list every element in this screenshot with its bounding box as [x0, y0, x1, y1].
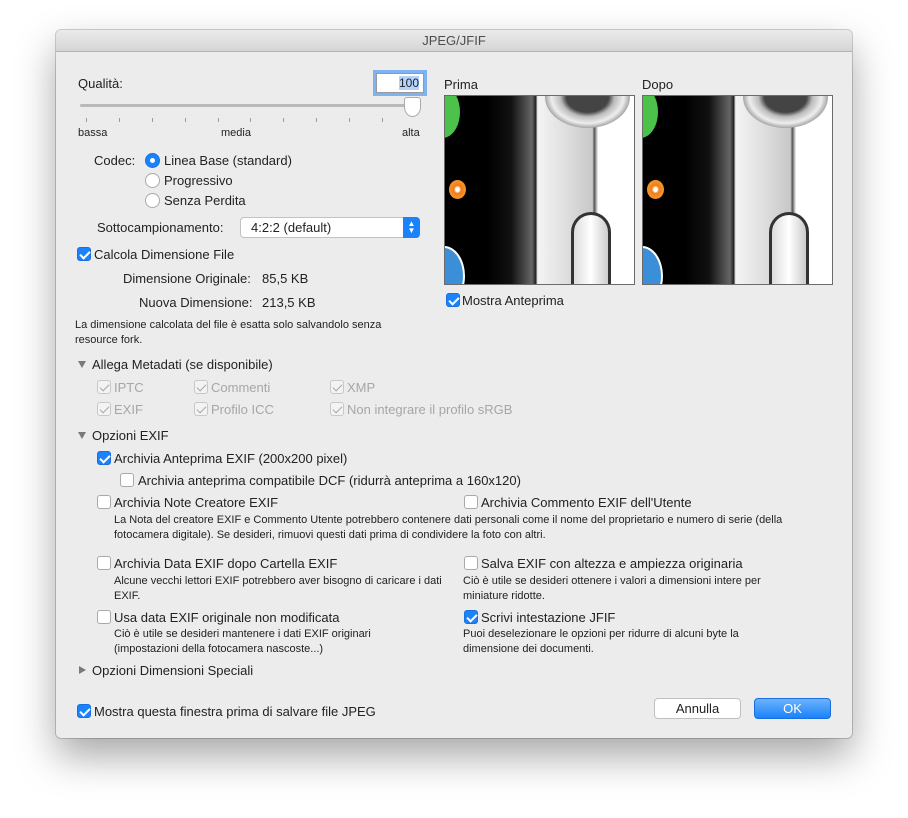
subsampling-select[interactable]: 4:2:2 (default) ▲ ▼	[240, 217, 420, 238]
slider-tick	[119, 118, 120, 122]
maker-notes-checkbox[interactable]	[97, 495, 111, 509]
before-preview-image	[444, 95, 635, 285]
slider-mid-label: media	[221, 127, 251, 139]
date-after-checkbox[interactable]	[97, 556, 111, 570]
codec-option-progressive[interactable]: Progressivo	[164, 173, 233, 188]
window-title: JPEG/JFIF	[56, 30, 852, 52]
xmp-checkbox	[330, 380, 344, 394]
jpeg-options-dialog: JPEG/JFIF Qualità: 100 bassa media alta …	[56, 30, 852, 738]
quality-slider-thumb[interactable]	[404, 97, 421, 117]
comments-checkbox	[194, 380, 208, 394]
slider-tick	[218, 118, 219, 122]
slider-tick	[349, 118, 350, 122]
show-dialog-checkbox[interactable]	[77, 704, 91, 718]
codec-option-baseline[interactable]: Linea Base (standard)	[164, 153, 292, 168]
jfif-header-note: Puoi deselezionare le opzioni per ridurr…	[463, 628, 739, 655]
disclosure-triangle-down-icon[interactable]	[78, 361, 86, 368]
quality-slider-track[interactable]	[80, 104, 420, 107]
dcf-thumb-label[interactable]: Archivia anteprima compatibile DCF (ridu…	[138, 473, 521, 488]
slider-max-label: alta	[402, 127, 420, 139]
subsampling-value: 4:2:2 (default)	[251, 220, 332, 235]
show-preview-checkbox[interactable]	[446, 293, 460, 307]
subsampling-label: Sottocampionamento:	[97, 220, 224, 235]
show-dialog-label[interactable]: Mostra questa finestra prima di salvare …	[94, 704, 376, 719]
user-comment-label[interactable]: Archivia Commento EXIF dell'Utente	[481, 495, 692, 510]
iptc-label: IPTC	[114, 380, 144, 395]
orig-size-checkbox[interactable]	[464, 556, 478, 570]
iptc-checkbox	[97, 380, 111, 394]
orig-date-label[interactable]: Usa data EXIF originale non modificata	[114, 610, 339, 625]
slider-tick	[86, 118, 87, 122]
chevron-updown-icon: ▲ ▼	[403, 217, 420, 238]
orig-date-checkbox[interactable]	[97, 610, 111, 624]
icc-profile-label: Profilo ICC	[211, 402, 274, 417]
cancel-button[interactable]: Annulla	[654, 698, 741, 719]
jfif-header-checkbox[interactable]	[464, 610, 478, 624]
calc-filesize-label[interactable]: Calcola Dimensione File	[94, 247, 234, 262]
date-after-label[interactable]: Archivia Data EXIF dopo Cartella EXIF	[114, 556, 337, 571]
calc-filesize-checkbox[interactable]	[77, 247, 91, 261]
after-preview-image	[642, 95, 833, 285]
exif-checkbox	[97, 402, 111, 416]
disclosure-triangle-down-icon[interactable]	[78, 432, 86, 439]
codec-label: Codec:	[94, 153, 136, 168]
icc-profile-checkbox	[194, 402, 208, 416]
slider-tick	[283, 118, 284, 122]
new-size-value: 213,5 KB	[262, 295, 316, 310]
codec-option-lossless[interactable]: Senza Perdita	[164, 193, 246, 208]
disclosure-triangle-right-icon[interactable]	[79, 666, 86, 674]
slider-tick	[185, 118, 186, 122]
codec-radio-progressive[interactable]	[145, 173, 160, 188]
privacy-note: La Nota del creatore EXIF e Commento Ute…	[114, 514, 783, 541]
date-after-note: Alcune vecchi lettori EXIF potrebbero av…	[114, 575, 442, 602]
quality-input[interactable]: 100	[376, 73, 424, 93]
xmp-label: XMP	[347, 380, 376, 395]
jfif-header-label[interactable]: Scrivi intestazione JFIF	[481, 610, 615, 625]
slider-tick	[382, 118, 383, 122]
special-size-section-label[interactable]: Opzioni Dimensioni Speciali	[92, 663, 253, 678]
slider-tick	[316, 118, 317, 122]
dcf-thumb-checkbox[interactable]	[120, 473, 134, 487]
orig-size-label[interactable]: Salva EXIF con altezza e ampiezza origin…	[481, 556, 743, 571]
exif-section-label[interactable]: Opzioni EXIF	[92, 428, 169, 443]
exif-label: EXIF	[114, 402, 143, 417]
after-label: Dopo	[642, 77, 674, 92]
slider-tick	[250, 118, 251, 122]
filesize-note: La dimensione calcolata del file è esatt…	[75, 319, 382, 346]
show-preview-label[interactable]: Mostra Anteprima	[462, 293, 564, 308]
exif-thumb-label[interactable]: Archivia Anteprima EXIF (200x200 pixel)	[114, 451, 347, 466]
slider-tick	[152, 118, 153, 122]
orig-date-note: Ciò è utile se desideri mantenere i dati…	[114, 628, 371, 655]
original-size-label: Dimensione Originale:	[123, 271, 251, 286]
orig-size-note: Ciò è utile se desideri ottenere i valor…	[463, 575, 761, 602]
comments-label: Commenti	[211, 380, 271, 395]
no-srgb-label: Non integrare il profilo sRGB	[347, 402, 513, 417]
quality-label: Qualità:	[78, 76, 123, 91]
maker-notes-label[interactable]: Archivia Note Creatore EXIF	[114, 495, 278, 510]
before-label: Prima	[444, 77, 478, 92]
ok-button[interactable]: OK	[754, 698, 831, 719]
metadata-section-label[interactable]: Allega Metadati (se disponibile)	[92, 357, 273, 372]
original-size-value: 85,5 KB	[262, 271, 309, 286]
user-comment-checkbox[interactable]	[464, 495, 478, 509]
slider-min-label: bassa	[78, 127, 108, 139]
codec-radio-baseline[interactable]	[145, 153, 160, 168]
new-size-label: Nuova Dimensione:	[139, 295, 253, 310]
quality-value: 100	[398, 76, 419, 90]
exif-thumb-checkbox[interactable]	[97, 451, 111, 465]
no-srgb-checkbox	[330, 402, 344, 416]
codec-radio-lossless[interactable]	[145, 193, 160, 208]
